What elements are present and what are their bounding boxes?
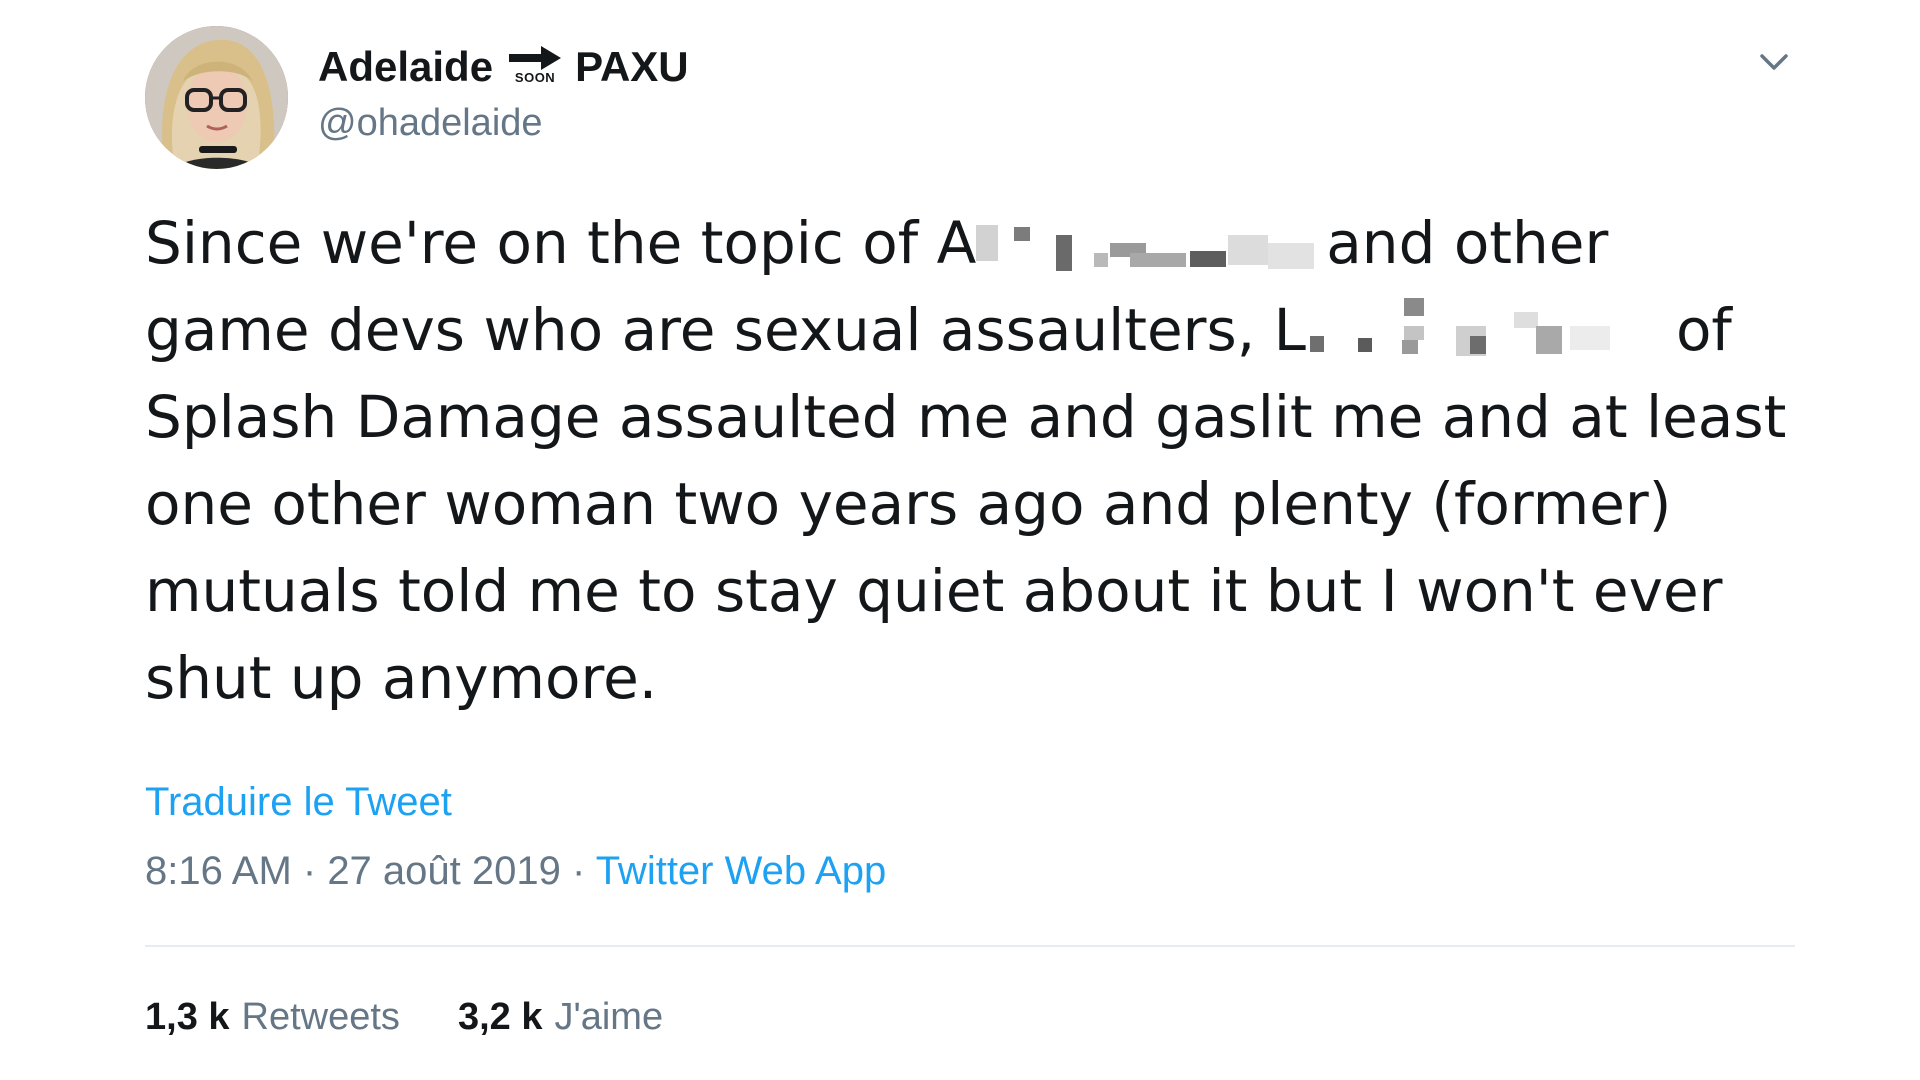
tweet-date[interactable]: 27 août 2019: [327, 849, 561, 893]
soon-badge: SOON: [509, 45, 562, 85]
likes-count: 3,2 k: [457, 996, 543, 1038]
tweet-line-text: Since we're on the topic of A: [145, 209, 977, 277]
tweet-metadata: 8:16 AM · 27 août 2019 · Twitter Web App: [145, 846, 886, 896]
tweet: Adelaide SOON PAXU @ohadelaide Since we'…: [0, 0, 1920, 1080]
tweet-time[interactable]: 8:16 AM: [145, 849, 292, 893]
soon-badge-text: SOON: [514, 69, 556, 85]
meta-separator: ·: [560, 849, 596, 893]
retweets-count: 1,3 k: [145, 996, 230, 1038]
tweet-line-text: game devs who are sexual assaulters, L: [145, 296, 1306, 364]
tweet-line: one other woman two years ago and plenty…: [145, 470, 1672, 538]
chevron-down-icon[interactable]: [1754, 42, 1794, 82]
meta-separator: ·: [291, 849, 328, 893]
translate-tweet-link[interactable]: Traduire le Tweet: [145, 777, 452, 827]
display-name-first: Adelaide: [318, 43, 494, 90]
tweet-line: mutuals told me to stay quiet about it b…: [145, 557, 1723, 625]
likes-label: J'aime: [554, 996, 664, 1038]
tweet-line: game devs who are sexual assaulters, L of: [145, 287, 1795, 374]
display-name-second: PAXU: [575, 43, 689, 90]
tweet-line: shut up anymore.: [145, 644, 658, 712]
tweet-line-text: and other: [1326, 209, 1609, 277]
divider: [145, 945, 1795, 947]
redacted-name: [1306, 298, 1676, 356]
arrow-right-icon: [509, 45, 562, 70]
tweet-text: Since we're on the topic of A and other g…: [145, 200, 1795, 722]
tweet-stats: 1,3 k Retweets 3,2 k J'aime: [145, 992, 721, 1042]
user-handle[interactable]: @ohadelaide: [318, 98, 543, 148]
tweet-line-text: of: [1675, 296, 1732, 364]
retweets-label: Retweets: [241, 996, 400, 1038]
redacted-name: [976, 225, 1326, 271]
display-name[interactable]: Adelaide SOON PAXU: [318, 42, 689, 92]
tweet-line: Splash Damage assaulted me and gaslit me…: [145, 383, 1787, 451]
tweet-line: Since we're on the topic of A and other: [145, 200, 1795, 287]
retweets-stat[interactable]: 1,3 k Retweets: [145, 992, 400, 1042]
avatar-image: [145, 26, 288, 169]
likes-stat[interactable]: 3,2 k J'aime: [458, 992, 663, 1042]
avatar[interactable]: [145, 26, 288, 169]
tweet-source-link[interactable]: Twitter Web App: [596, 849, 887, 893]
